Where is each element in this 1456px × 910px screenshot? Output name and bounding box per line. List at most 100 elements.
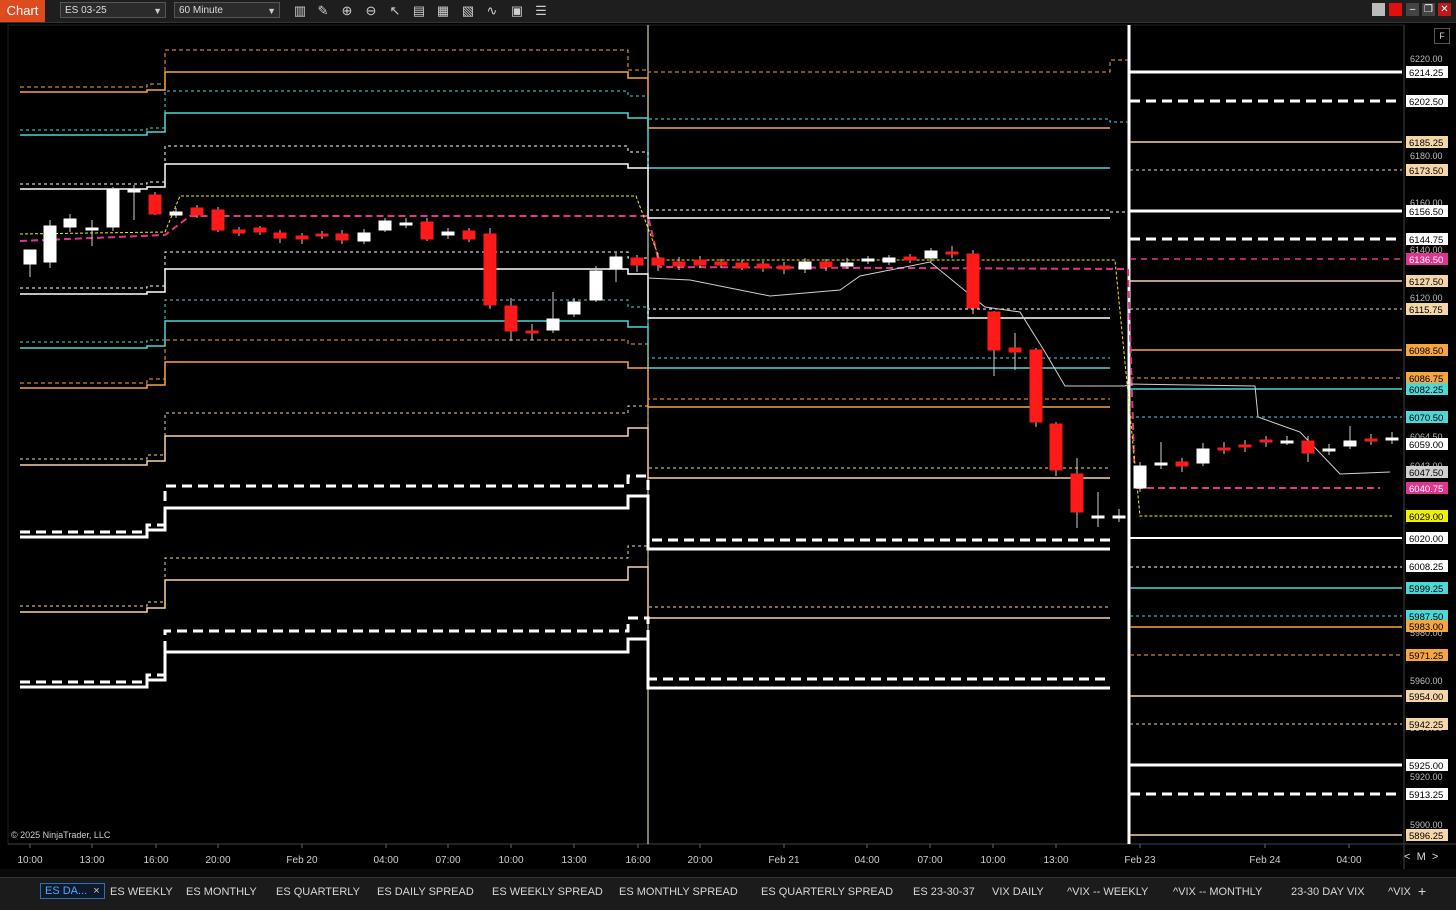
time-tick-label: 07:00 — [435, 855, 460, 866]
interval-value: 60 Minute — [179, 5, 223, 16]
price-label-text: 5942.25 — [1409, 720, 1443, 731]
tab-vix[interactable]: ^VIX — [1388, 886, 1411, 898]
restore-icon[interactable]: ❐ — [1422, 3, 1435, 16]
candle-body — [756, 263, 770, 269]
time-tick-label: Feb 24 — [1249, 855, 1281, 866]
price-label-text: 5971.25 — [1409, 651, 1443, 662]
candle-body — [1070, 473, 1084, 513]
candle-body — [63, 218, 77, 228]
candle-body — [232, 229, 246, 234]
tab-es-quarterly-spread[interactable]: ES QUARTERLY SPREAD — [761, 886, 893, 898]
price-label-text: 6127.50 — [1409, 277, 1443, 288]
tab-label: ES DA... — [45, 885, 88, 897]
price-label-text: 6185.25 — [1409, 138, 1443, 149]
candle-body — [525, 330, 539, 334]
instrument-select[interactable]: ES 03-25 ▼ — [60, 2, 166, 18]
mode-button[interactable]: M — [1417, 851, 1426, 863]
copyright-text: © 2025 NinjaTrader, LLC — [11, 830, 111, 840]
plot-area — [7, 24, 1405, 845]
candle-body — [1091, 515, 1105, 519]
data-box-icon[interactable]: ▤ — [410, 2, 428, 20]
chart-properties-icon[interactable]: ▦ — [434, 2, 452, 20]
candle-body — [1112, 515, 1126, 519]
candle-body — [1259, 439, 1273, 443]
scroll-left-button[interactable]: < — [1404, 851, 1410, 863]
add-tab-button[interactable]: + — [1418, 883, 1426, 899]
pointer-icon[interactable]: ↖ — [386, 2, 404, 20]
time-tick-label: Feb 20 — [286, 855, 318, 866]
zoom-out-icon[interactable]: ⊖ — [362, 2, 380, 20]
tab-es-monthly-spread[interactable]: ES MONTHLY SPREAD — [619, 886, 738, 898]
link-color-icon[interactable] — [1389, 3, 1402, 16]
zoom-in-icon[interactable]: ⊕ — [338, 2, 356, 20]
price-label-text: 5954.00 — [1409, 692, 1443, 703]
tab-es-quarterly[interactable]: ES QUARTERLY — [276, 886, 360, 898]
minimize-icon[interactable]: – — [1406, 3, 1419, 16]
templates-icon[interactable]: ▣ — [508, 2, 526, 20]
time-tick-label: 10:00 — [498, 855, 523, 866]
price-tick-label: 6220.00 — [1410, 54, 1443, 64]
time-tick-label: Feb 23 — [1124, 855, 1156, 866]
candle-body — [1029, 349, 1043, 423]
time-tick-label: 13:00 — [79, 855, 104, 866]
drawing-tool-icon[interactable]: ✎ — [314, 2, 332, 20]
indicators-icon[interactable]: ▧ — [459, 2, 477, 20]
candle-body — [1217, 447, 1231, 451]
bar-type-icon[interactable]: ▥ — [291, 2, 309, 20]
tab-es-weekly-spread[interactable]: ES WEEKLY SPREAD — [492, 886, 603, 898]
candle-body — [253, 227, 267, 233]
candle-body — [735, 262, 749, 269]
close-icon[interactable]: × — [93, 885, 99, 897]
candle-body — [903, 256, 917, 261]
candle-body — [840, 262, 854, 267]
price-chart[interactable]: 6220.006180.006160.006140.006120.006064.… — [0, 22, 1456, 869]
candle-body — [861, 258, 875, 262]
tab-vix-daily[interactable]: VIX DAILY — [992, 886, 1044, 898]
strategies-icon[interactable]: ∿ — [483, 2, 501, 20]
list-icon[interactable]: ☰ — [532, 2, 550, 20]
price-tick-label: 6120.00 — [1410, 293, 1443, 303]
chart-toolbar: Chart ES 03-25 ▼ 60 Minute ▼ ▥ ✎ ⊕ ⊖ ↖ ▤… — [0, 0, 1456, 23]
price-label-text: 5913.25 — [1409, 790, 1443, 801]
f-button[interactable]: F — [1434, 28, 1450, 44]
scroll-right-button[interactable]: > — [1432, 851, 1438, 863]
tab-vix-monthly[interactable]: ^VIX -- MONTHLY — [1173, 886, 1262, 898]
candle-body — [273, 232, 287, 239]
close-icon[interactable]: ✕ — [1438, 3, 1451, 16]
price-label-text: 6144.75 — [1409, 235, 1443, 246]
tab-23-30-day-vix[interactable]: 23-30 DAY VIX — [1291, 886, 1365, 898]
color-picker-icon[interactable] — [1372, 3, 1385, 16]
candle-body — [462, 230, 476, 240]
price-tick-label: 5900.00 — [1410, 820, 1443, 830]
price-label-text: 6214.25 — [1409, 68, 1443, 79]
price-label-text: 6115.75 — [1409, 305, 1443, 316]
candle-body — [1175, 461, 1189, 467]
candle-body — [295, 235, 309, 240]
price-label-text: 6202.50 — [1409, 97, 1443, 108]
tab-es-monthly[interactable]: ES MONTHLY — [186, 886, 257, 898]
tab-es-daily-spread[interactable]: ES DAILY SPREAD — [377, 886, 474, 898]
tab-es-weekly[interactable]: ES WEEKLY — [110, 886, 173, 898]
candle-body — [1301, 440, 1315, 454]
horizontal-scrollbar[interactable] — [0, 869, 1456, 877]
time-tick-label: Feb 21 — [768, 855, 800, 866]
candle-body — [1280, 440, 1294, 444]
price-label-text: 6173.50 — [1409, 166, 1443, 177]
tab-vix-weekly[interactable]: ^VIX -- WEEKLY — [1067, 886, 1148, 898]
tab-es-daily[interactable]: ES DA... × — [40, 883, 105, 899]
time-tick-label: 16:00 — [625, 855, 650, 866]
candle-body — [1343, 440, 1357, 447]
price-label-text: 5896.25 — [1409, 831, 1443, 842]
time-tick-label: 13:00 — [1043, 855, 1068, 866]
tab-es-23-30-37[interactable]: ES 23-30-37 — [913, 886, 975, 898]
candle-body — [1238, 444, 1252, 448]
chevron-down-icon: ▼ — [153, 6, 162, 16]
candle-body — [504, 305, 518, 332]
instrument-value: ES 03-25 — [65, 5, 107, 16]
price-label-text: 5925.00 — [1409, 761, 1443, 772]
price-label-text: 6029.00 — [1409, 512, 1443, 523]
interval-select[interactable]: 60 Minute ▼ — [174, 2, 280, 18]
candle-body — [1154, 462, 1168, 466]
price-label-text: 6082.25 — [1409, 385, 1443, 396]
window-title: Chart — [0, 0, 45, 22]
